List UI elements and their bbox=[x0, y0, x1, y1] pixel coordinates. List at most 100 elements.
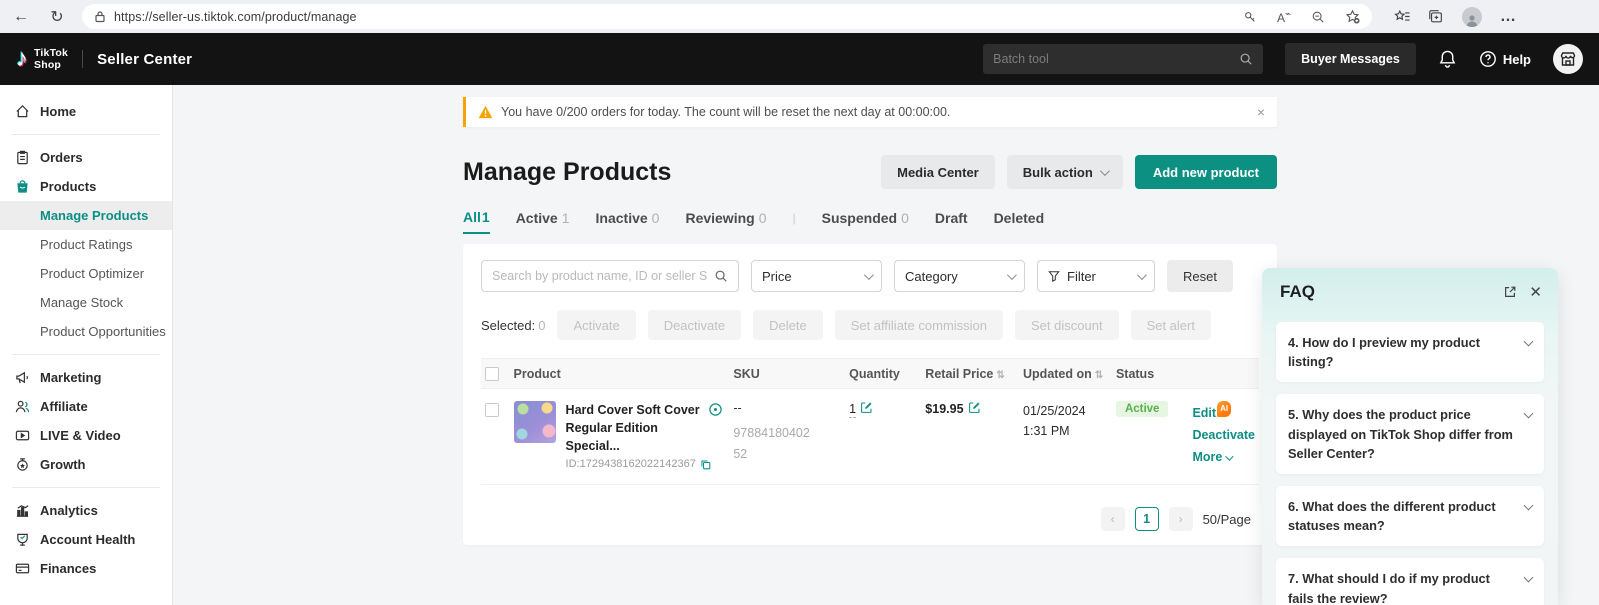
col-sku: SKU bbox=[729, 358, 846, 389]
set-affiliate-commission-button[interactable]: Set affiliate commission bbox=[834, 310, 1004, 340]
col-updated-on[interactable]: Updated on ⇅ bbox=[1019, 358, 1112, 389]
buyer-messages-button[interactable]: Buyer Messages bbox=[1285, 43, 1416, 75]
url-text: https://seller-us.tiktok.com/product/man… bbox=[114, 9, 357, 24]
chevron-down-icon bbox=[863, 269, 874, 280]
faq-item[interactable]: 4. How do I preview my product listing? bbox=[1276, 322, 1544, 383]
sidebar-item-orders[interactable]: Orders bbox=[0, 143, 172, 172]
page-number[interactable]: 1 bbox=[1134, 507, 1159, 532]
sidebar-item-product-opportunities[interactable]: Product Opportunities bbox=[0, 317, 172, 346]
product-search-input[interactable] bbox=[492, 269, 708, 283]
product-search-box[interactable] bbox=[481, 260, 739, 292]
next-page-button[interactable]: › bbox=[1168, 507, 1193, 532]
nav-search-icon[interactable] bbox=[1239, 52, 1253, 66]
faq-close-icon[interactable]: ✕ bbox=[1529, 283, 1542, 301]
bulk-action-button[interactable]: Bulk action bbox=[1006, 155, 1123, 189]
notifications-bell-icon[interactable] bbox=[1438, 49, 1457, 69]
banner-close-icon[interactable]: × bbox=[1257, 104, 1265, 120]
shop-account-icon[interactable] bbox=[1553, 44, 1583, 74]
password-key-icon[interactable] bbox=[1243, 10, 1257, 24]
tab-inactive[interactable]: Inactive 0 bbox=[596, 210, 660, 233]
tab-draft[interactable]: Draft bbox=[935, 210, 968, 233]
edit-quantity-icon[interactable] bbox=[860, 401, 873, 414]
batch-tool-input[interactable] bbox=[993, 52, 1240, 66]
collections-icon[interactable] bbox=[1428, 9, 1444, 24]
activate-button[interactable]: Activate bbox=[557, 310, 636, 340]
copy-icon[interactable] bbox=[700, 459, 711, 470]
favorite-star-icon[interactable] bbox=[1345, 9, 1360, 24]
set-discount-button[interactable]: Set discount bbox=[1015, 310, 1119, 340]
deactivate-action[interactable]: Deactivate bbox=[1192, 425, 1255, 447]
tab-suspended[interactable]: Suspended 0 bbox=[822, 210, 909, 233]
prev-page-button[interactable]: ‹ bbox=[1100, 507, 1125, 532]
category-select[interactable]: Category bbox=[894, 260, 1025, 292]
read-aloud-icon[interactable]: A⌁ bbox=[1277, 9, 1291, 25]
help-button[interactable]: Help bbox=[1479, 50, 1531, 68]
seller-sku: -- bbox=[733, 401, 742, 415]
sidebar-item-finances[interactable]: Finances bbox=[0, 554, 172, 583]
price-select[interactable]: Price bbox=[751, 260, 882, 292]
faq-item[interactable]: 5. Why does the product price displayed … bbox=[1276, 394, 1544, 474]
chevron-down-icon bbox=[1006, 269, 1017, 280]
batch-tool-search[interactable] bbox=[983, 44, 1264, 74]
filter-select[interactable]: Filter bbox=[1037, 260, 1155, 292]
home-icon bbox=[14, 104, 30, 119]
page-size-select[interactable]: 50/Page bbox=[1203, 512, 1251, 527]
tab-reviewing[interactable]: Reviewing 0 bbox=[685, 210, 766, 233]
warning-icon bbox=[478, 105, 493, 119]
tab-active[interactable]: Active 1 bbox=[516, 210, 570, 233]
sidebar-item-manage-stock[interactable]: Manage Stock bbox=[0, 288, 172, 317]
media-center-button[interactable]: Media Center bbox=[881, 155, 995, 189]
favorites-bar-icon[interactable] bbox=[1394, 9, 1410, 24]
col-product: Product bbox=[509, 358, 730, 389]
tab-deleted[interactable]: Deleted bbox=[994, 210, 1045, 233]
table-header-row: Product SKU Quantity Retail Price ⇅ Updat… bbox=[481, 358, 1259, 389]
sidebar-item-account-health[interactable]: Account Health bbox=[0, 525, 172, 554]
faq-item[interactable]: 7. What should I do if my product fails … bbox=[1276, 558, 1544, 605]
sidebar-item-affiliate[interactable]: Affiliate bbox=[0, 392, 172, 421]
orders-warning-banner: You have 0/200 orders for today. The cou… bbox=[463, 97, 1277, 127]
set-alert-button[interactable]: Set alert bbox=[1130, 310, 1211, 340]
faq-item[interactable]: 6. What does the different product statu… bbox=[1276, 485, 1544, 547]
sidebar-divider bbox=[12, 487, 160, 488]
sidebar-item-marketing[interactable]: Marketing bbox=[0, 363, 172, 392]
sidebar-item-live-video[interactable]: LIVE & Video bbox=[0, 421, 172, 450]
chevron-down-icon bbox=[1523, 336, 1534, 347]
sidebar-item-growth[interactable]: Growth bbox=[0, 450, 172, 479]
reset-button[interactable]: Reset bbox=[1167, 260, 1233, 292]
row-checkbox[interactable] bbox=[485, 403, 499, 417]
edit-action[interactable]: Edit AI bbox=[1192, 401, 1255, 425]
select-all-checkbox[interactable] bbox=[485, 366, 499, 381]
refresh-icon[interactable]: ↻ bbox=[46, 6, 68, 28]
preview-icon[interactable] bbox=[708, 402, 723, 417]
more-action[interactable]: More bbox=[1192, 447, 1255, 469]
selected-label: Selected: 0 bbox=[481, 317, 546, 333]
browser-menu-icon[interactable]: … bbox=[1500, 8, 1517, 26]
sidebar: Home Orders Products Manage Products Pro… bbox=[0, 85, 173, 605]
product-thumbnail[interactable] bbox=[513, 401, 556, 443]
sidebar-item-products[interactable]: Products bbox=[0, 172, 172, 201]
sidebar-item-analytics[interactable]: Analytics bbox=[0, 496, 172, 525]
sidebar-item-manage-products[interactable]: Manage Products bbox=[0, 201, 172, 230]
deactivate-button[interactable]: Deactivate bbox=[647, 310, 742, 340]
growth-icon bbox=[14, 457, 30, 472]
search-icon[interactable] bbox=[714, 269, 728, 283]
product-name[interactable]: Hard Cover Soft Cover Regular Edition Sp… bbox=[566, 401, 716, 455]
address-bar[interactable]: https://seller-us.tiktok.com/product/man… bbox=[82, 4, 1372, 29]
back-icon[interactable]: ← bbox=[10, 6, 32, 28]
sort-icon[interactable]: ⇅ bbox=[996, 370, 1004, 381]
zoom-out-icon[interactable] bbox=[1311, 10, 1325, 24]
edit-price-icon[interactable] bbox=[968, 401, 981, 414]
tab-all[interactable]: All 1 bbox=[463, 209, 490, 234]
sidebar-item-product-optimizer[interactable]: Product Optimizer bbox=[0, 259, 172, 288]
profile-avatar[interactable] bbox=[1462, 6, 1482, 27]
sort-icon[interactable]: ⇅ bbox=[1095, 370, 1103, 381]
quantity-value: 1 bbox=[849, 402, 857, 418]
delete-button[interactable]: Delete bbox=[753, 310, 823, 340]
chevron-down-icon bbox=[1099, 165, 1110, 176]
sidebar-item-product-ratings[interactable]: Product Ratings bbox=[0, 230, 172, 259]
col-retail-price[interactable]: Retail Price ⇅ bbox=[921, 358, 1020, 389]
add-new-product-button[interactable]: Add new product bbox=[1134, 155, 1277, 189]
product-id: ID:1729438162022142367 bbox=[565, 458, 696, 471]
sidebar-item-home[interactable]: Home bbox=[0, 97, 172, 126]
open-in-new-icon[interactable] bbox=[1503, 285, 1517, 299]
